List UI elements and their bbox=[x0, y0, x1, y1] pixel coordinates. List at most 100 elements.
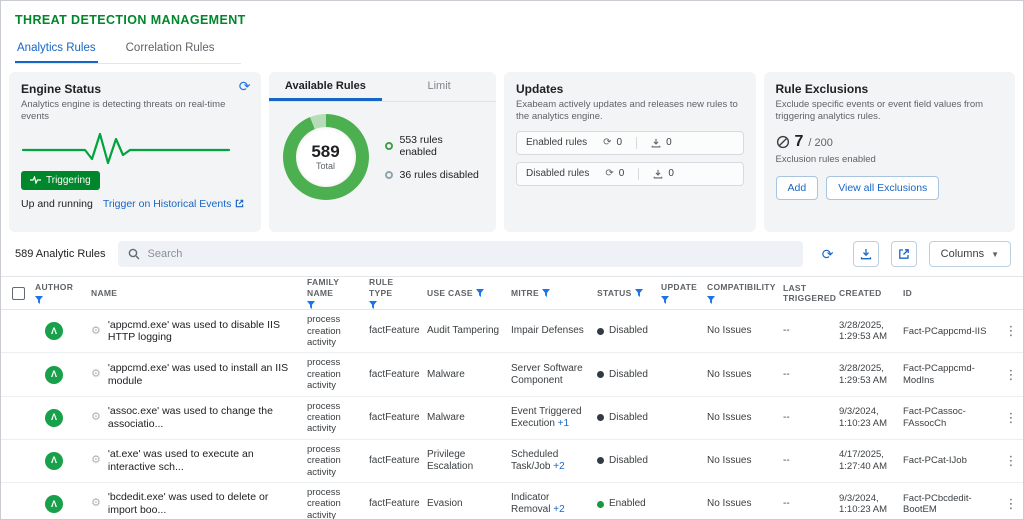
gear-icon: ⚙ bbox=[91, 454, 101, 467]
table-row[interactable]: Λ ⚙ 'bcdedit.exe' was used to delete or … bbox=[1, 483, 1023, 520]
rule-name[interactable]: 'appcmd.exe' was used to install an IIS … bbox=[108, 362, 299, 387]
last-triggered: -- bbox=[783, 451, 839, 471]
row-menu-button[interactable]: ⋮ bbox=[999, 323, 1023, 339]
legend-disabled-label: 36 rules disabled bbox=[400, 169, 479, 181]
column-header-update[interactable]: UPDATE bbox=[661, 282, 707, 304]
column-header-lastTriggered[interactable]: LAST TRIGGERED bbox=[783, 283, 839, 304]
table-row[interactable]: Λ ⚙ 'at.exe' was used to execute an inte… bbox=[1, 440, 1023, 483]
status: Disabled bbox=[597, 451, 661, 471]
status: Disabled bbox=[597, 408, 661, 428]
column-header-family[interactable]: FAMILY NAME bbox=[307, 277, 369, 309]
name-cell: ⚙ 'bcdedit.exe' was used to delete or im… bbox=[91, 487, 307, 520]
mitre-more-link[interactable]: +2 bbox=[553, 504, 564, 515]
rule-exclusions-title: Rule Exclusions bbox=[776, 82, 1004, 96]
filter-icon-mitre[interactable] bbox=[542, 289, 550, 297]
table-body: Λ ⚙ 'appcmd.exe' was used to disable IIS… bbox=[1, 310, 1023, 520]
rules-total-value: 589 bbox=[311, 143, 339, 161]
legend-enabled-label: 553 rules enabled bbox=[400, 134, 483, 158]
row-menu-button[interactable]: ⋮ bbox=[999, 496, 1023, 512]
filter-icon-author[interactable] bbox=[35, 296, 43, 304]
table-row[interactable]: Λ ⚙ 'appcmd.exe' was used to disable IIS… bbox=[1, 310, 1023, 353]
filter-icon-update[interactable] bbox=[661, 296, 669, 304]
rule-name[interactable]: 'appcmd.exe' was used to disable IIS HTT… bbox=[108, 319, 299, 344]
row-menu-button[interactable]: ⋮ bbox=[999, 367, 1023, 383]
rule-type: factFeature bbox=[369, 494, 427, 514]
name-cell: ⚙ 'at.exe' was used to execute an intera… bbox=[91, 444, 307, 477]
compatibility: No Issues bbox=[707, 494, 783, 514]
column-header-name[interactable]: NAME bbox=[91, 288, 307, 299]
search-input[interactable] bbox=[148, 248, 793, 260]
column-header-useCase[interactable]: USE CASE bbox=[427, 288, 511, 299]
updates-row-disabled: Disabled rules ⟳ 0 0 bbox=[516, 162, 744, 186]
exabeam-avatar-icon: Λ bbox=[45, 366, 63, 384]
import-button[interactable] bbox=[853, 241, 879, 267]
main-tabs: Analytics Rules Correlation Rules bbox=[15, 37, 241, 64]
column-header-mitre[interactable]: MITRE bbox=[511, 288, 597, 299]
exabeam-avatar-icon: Λ bbox=[45, 452, 63, 470]
filter-icon-useCase[interactable] bbox=[476, 289, 484, 297]
trigger-historical-link[interactable]: Trigger on Historical Events bbox=[103, 198, 245, 210]
tab-available-rules[interactable]: Available Rules bbox=[269, 72, 383, 101]
rules-card-tabs: Available Rules Limit bbox=[269, 72, 497, 102]
rule-exclusions-subtitle: Exclude specific events or event field v… bbox=[776, 99, 1004, 124]
updates-download-count: 0 bbox=[668, 168, 674, 179]
gear-icon: ⚙ bbox=[91, 325, 101, 338]
exabeam-avatar-icon: Λ bbox=[45, 409, 63, 427]
select-all-checkbox[interactable] bbox=[12, 287, 25, 300]
tab-analytics-rules[interactable]: Analytics Rules bbox=[15, 37, 98, 63]
column-header-author[interactable]: AUTHOR bbox=[35, 282, 91, 304]
trigger-historical-label: Trigger on Historical Events bbox=[103, 198, 232, 210]
search-box[interactable] bbox=[118, 241, 803, 267]
columns-button-label: Columns bbox=[941, 248, 984, 260]
updates-refresh-count: 0 bbox=[617, 137, 623, 148]
column-header-ruleType[interactable]: RULE TYPE bbox=[369, 277, 427, 309]
exabeam-avatar-icon: Λ bbox=[45, 322, 63, 340]
author-cell: Λ bbox=[35, 362, 91, 388]
tab-limit[interactable]: Limit bbox=[382, 72, 496, 101]
update bbox=[661, 414, 707, 422]
view-all-exclusions-button[interactable]: View all Exclusions bbox=[826, 176, 939, 200]
filter-icon-family[interactable] bbox=[307, 301, 315, 309]
updates-subtitle: Exabeam actively updates and releases ne… bbox=[516, 99, 744, 124]
column-header-status[interactable]: STATUS bbox=[597, 288, 661, 299]
column-header-compatibility[interactable]: COMPATIBILITY bbox=[707, 282, 783, 304]
add-exclusion-button[interactable]: Add bbox=[776, 176, 819, 200]
row-menu-button[interactable]: ⋮ bbox=[999, 410, 1023, 426]
filter-icon-compatibility[interactable] bbox=[707, 296, 715, 304]
columns-button[interactable]: Columns ▼ bbox=[929, 241, 1011, 267]
rule-name[interactable]: 'at.exe' was used to execute an interact… bbox=[108, 448, 299, 473]
compatibility: No Issues bbox=[707, 408, 783, 428]
engine-status-text: Up and running bbox=[21, 198, 93, 210]
mitre-more-link[interactable]: +2 bbox=[553, 461, 564, 472]
filter-icon-status[interactable] bbox=[635, 289, 643, 297]
export-button[interactable] bbox=[891, 241, 917, 267]
filter-icon-ruleType[interactable] bbox=[369, 301, 377, 309]
use-case: Privilege Escalation bbox=[427, 445, 511, 477]
column-header-created[interactable]: CREATED bbox=[839, 288, 903, 299]
exclusion-icon bbox=[776, 135, 790, 149]
rule-id: Fact-PCappcmd-IIS bbox=[903, 322, 999, 341]
select-all-cell bbox=[1, 287, 35, 300]
engine-refresh-icon[interactable]: ⟳ bbox=[239, 79, 251, 93]
created: 9/3/2024, 1:10:23 AM bbox=[839, 402, 903, 433]
page-title: THREAT DETECTION MANAGEMENT bbox=[1, 1, 1023, 27]
column-header-id[interactable]: ID bbox=[903, 288, 999, 299]
rule-name[interactable]: 'assoc.exe' was used to change the assoc… bbox=[108, 405, 299, 430]
table-row[interactable]: Λ ⚙ 'assoc.exe' was used to change the a… bbox=[1, 397, 1023, 440]
use-case: Audit Tampering bbox=[427, 321, 511, 341]
rule-name[interactable]: 'bcdedit.exe' was used to delete or impo… bbox=[108, 491, 299, 516]
mitre-more-link[interactable]: +1 bbox=[558, 418, 569, 429]
update bbox=[661, 327, 707, 335]
refresh-table-button[interactable]: ⟳ bbox=[815, 241, 841, 267]
table-row[interactable]: Λ ⚙ 'appcmd.exe' was used to install an … bbox=[1, 353, 1023, 396]
threat-detection-management-page: THREAT DETECTION MANAGEMENT Analytics Ru… bbox=[0, 0, 1024, 520]
tab-correlation-rules[interactable]: Correlation Rules bbox=[124, 37, 217, 63]
last-triggered: -- bbox=[783, 365, 839, 385]
triggering-badge[interactable]: Triggering bbox=[21, 171, 100, 190]
family-name: process creation activity bbox=[307, 310, 369, 352]
rule-type: factFeature bbox=[369, 365, 427, 385]
row-menu-button[interactable]: ⋮ bbox=[999, 453, 1023, 469]
summary-cards: ⟳ Engine Status Analytics engine is dete… bbox=[9, 72, 1015, 232]
use-case: Malware bbox=[427, 365, 511, 385]
triggering-badge-label: Triggering bbox=[46, 175, 91, 186]
